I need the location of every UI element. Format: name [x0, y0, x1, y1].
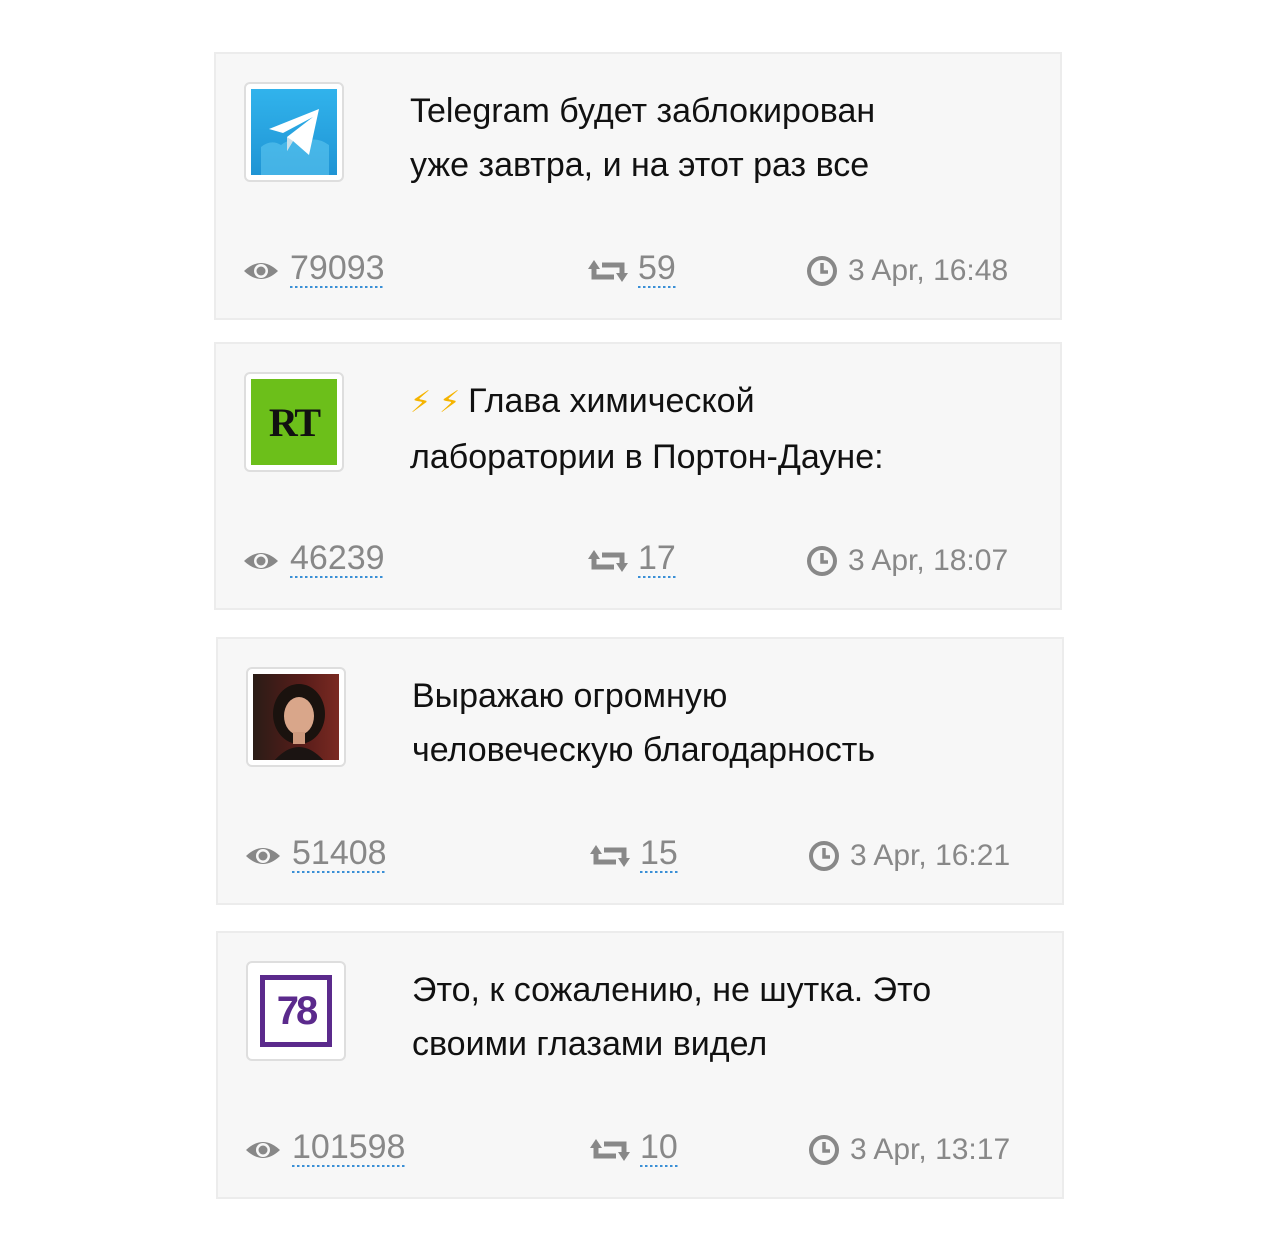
post-card: 78 Это, к сожалению, не шутка. Это своим… [216, 931, 1064, 1199]
post-title: Telegram будет заблокирован уже завтра, … [410, 84, 1010, 192]
post-date: 3 Apr, 18:07 [848, 544, 1009, 577]
eye-icon [246, 848, 280, 864]
channel-78-logo: 78 [253, 968, 339, 1054]
post-title-link[interactable]: лаборатории в Портон-Дауне: [410, 438, 884, 480]
retweet-icon [590, 845, 630, 867]
post-stats: 101598 10 3 Apr, 13:17 [244, 1125, 1012, 1175]
post-title-link[interactable]: Это, к сожалению, не шутка. Это [412, 971, 932, 1013]
clock-icon [809, 841, 839, 871]
lightning-icon: ⚡ [439, 386, 461, 419]
post-date: 3 Apr, 13:17 [850, 1133, 1011, 1166]
post-date: 3 Apr, 16:21 [850, 839, 1011, 872]
rt-logo-text: RT [268, 399, 321, 445]
shares-count[interactable]: 15 [640, 831, 678, 881]
post-title-link[interactable]: Выражаю огромную [412, 677, 728, 719]
channel-avatar[interactable]: 78 [246, 961, 346, 1061]
post-title-link[interactable]: Telegram будет заблокирован [410, 92, 876, 134]
paper-plane-icon [261, 109, 329, 175]
channel-avatar[interactable] [244, 82, 344, 182]
channel-78-logo-frame: 78 [260, 975, 332, 1047]
post-stats: 51408 15 3 Apr, 16:21 [244, 831, 1012, 881]
telegram-logo [251, 89, 337, 175]
views-stat: 46239 [242, 536, 385, 586]
post-title-link[interactable]: своими глазами видел [412, 1025, 768, 1067]
date-stat: 3 Apr, 16:21 [808, 831, 1010, 881]
channel-avatar[interactable] [246, 667, 346, 767]
views-count[interactable]: 79093 [290, 246, 385, 296]
post-title: ⚡ ⚡ Глава химической лаборатории в Портон-… [410, 374, 1010, 484]
post-stats: 79093 59 3 Apr, 16:48 [242, 246, 1010, 296]
channel-avatar[interactable]: RT [244, 372, 344, 472]
post-title-link[interactable]: уже завтра, и на этот раз все [410, 146, 870, 188]
views-stat: 51408 [244, 831, 387, 881]
shares-stat: 10 [590, 1125, 678, 1175]
date-stat: 3 Apr, 13:17 [808, 1125, 1010, 1175]
clock-icon [809, 1135, 839, 1165]
channel-78-logo-text: 78 [276, 988, 318, 1033]
lightning-icon: ⚡ [410, 386, 432, 419]
post-title-link[interactable]: Глава химической [468, 382, 755, 424]
clock-icon [807, 256, 837, 286]
eye-icon [244, 263, 278, 279]
shares-count[interactable]: 10 [640, 1125, 678, 1175]
retweet-icon [588, 550, 628, 572]
shares-stat: 59 [588, 246, 676, 296]
date-stat: 3 Apr, 16:48 [806, 246, 1008, 296]
views-stat: 101598 [244, 1125, 406, 1175]
post-date: 3 Apr, 16:48 [848, 254, 1009, 287]
eye-icon [244, 553, 278, 569]
post-title-link[interactable]: человеческую благодарность [412, 731, 876, 773]
post-card: Telegram будет заблокирован уже завтра, … [214, 52, 1062, 320]
post-title: Это, к сожалению, не шутка. Это своими г… [412, 963, 1012, 1071]
views-count[interactable]: 51408 [292, 831, 387, 881]
person-photo-icon [273, 684, 325, 760]
retweet-icon [588, 260, 628, 282]
shares-count[interactable]: 17 [638, 536, 676, 586]
shares-count[interactable]: 59 [638, 246, 676, 296]
shares-stat: 15 [590, 831, 678, 881]
post-stats: 46239 17 3 Apr, 18:07 [242, 536, 1010, 586]
date-stat: 3 Apr, 18:07 [806, 536, 1008, 586]
views-stat: 79093 [242, 246, 385, 296]
views-count[interactable]: 46239 [290, 536, 385, 586]
retweet-icon [590, 1139, 630, 1161]
post-title: Выражаю огромную человеческую благодарно… [412, 669, 1012, 777]
person-avatar [253, 674, 339, 760]
rt-logo: RT [251, 379, 337, 465]
post-card: Выражаю огромную человеческую благодарно… [216, 637, 1064, 905]
clock-icon [807, 546, 837, 576]
shares-stat: 17 [588, 536, 676, 586]
eye-icon [246, 1142, 280, 1158]
post-card: RT ⚡ ⚡ Глава химической лаборатории в Порт… [214, 342, 1062, 610]
views-count[interactable]: 101598 [292, 1125, 406, 1175]
